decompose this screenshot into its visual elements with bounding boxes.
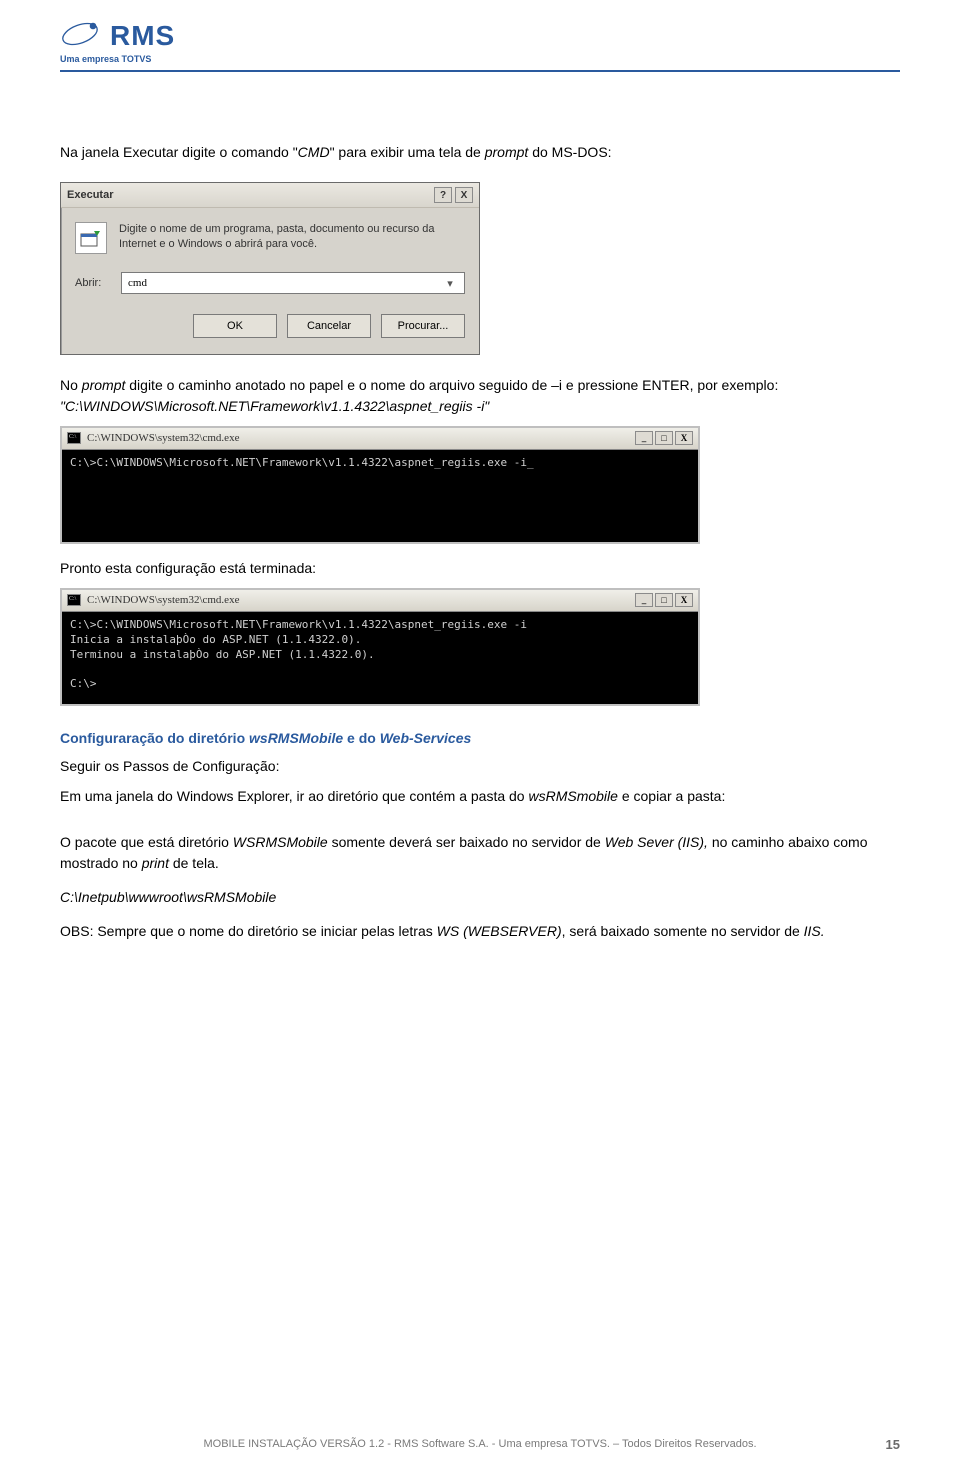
paragraph-6: O pacote que está diretório WSRMSMobile …	[60, 832, 900, 873]
browse-button[interactable]: Procurar...	[381, 314, 465, 338]
open-input-value: cmd	[128, 277, 147, 289]
cancel-button[interactable]: Cancelar	[287, 314, 371, 338]
console-2-output: C:\>C:\WINDOWS\Microsoft.NET\Framework\v…	[62, 612, 698, 704]
paragraph-3: Pronto esta configuração está terminada:	[60, 558, 900, 578]
logo-tagline: Uma empresa TOTVS	[60, 54, 900, 64]
close-button[interactable]: X	[675, 431, 693, 445]
dropdown-icon[interactable]: ▾	[442, 277, 458, 290]
paragraph-2: No prompt digite o caminho anotado no pa…	[60, 375, 900, 416]
logo-icon	[60, 20, 104, 52]
run-dialog-titlebar: Executar ? X	[61, 183, 479, 208]
open-label: Abrir:	[75, 277, 111, 289]
console-1-titlebar: C:\WINDOWS\system32\cmd.exe _ □ X	[62, 428, 698, 450]
footer-text: MOBILE INSTALAÇÃO VERSÃO 1.2 - RMS Softw…	[203, 1438, 756, 1450]
header-rule	[60, 70, 900, 72]
logo-text: RMS	[110, 20, 175, 52]
close-button[interactable]: X	[455, 187, 473, 203]
run-dialog-title: Executar	[67, 189, 113, 201]
console-2-title: C:\WINDOWS\system32\cmd.exe	[87, 593, 239, 608]
minimize-button[interactable]: _	[635, 593, 653, 607]
cmd-icon	[67, 594, 81, 606]
help-button[interactable]: ?	[434, 187, 452, 203]
page-number: 15	[886, 1437, 900, 1452]
run-icon	[75, 222, 107, 254]
cmd-icon	[67, 432, 81, 444]
console-window-1: C:\WINDOWS\system32\cmd.exe _ □ X C:\>C:…	[60, 426, 700, 544]
paragraph-7: OBS: Sempre que o nome do diretório se i…	[60, 921, 900, 941]
run-dialog-description: Digite o nome de um programa, pasta, doc…	[119, 222, 465, 252]
run-dialog: Executar ? X Digite o nome de um program…	[60, 182, 480, 355]
footer: MOBILE INSTALAÇÃO VERSÃO 1.2 - RMS Softw…	[0, 1438, 960, 1450]
paragraph-5: Em uma janela do Windows Explorer, ir ao…	[60, 786, 900, 806]
console-1-output: C:\>C:\WINDOWS\Microsoft.NET\Framework\v…	[62, 450, 698, 542]
open-input[interactable]: cmd ▾	[121, 272, 465, 294]
maximize-button[interactable]: □	[655, 431, 673, 445]
close-button[interactable]: X	[675, 593, 693, 607]
console-window-2: C:\WINDOWS\system32\cmd.exe _ □ X C:\>C:…	[60, 588, 700, 706]
console-1-title: C:\WINDOWS\system32\cmd.exe	[87, 431, 239, 446]
maximize-button[interactable]: □	[655, 593, 673, 607]
ok-button[interactable]: OK	[193, 314, 277, 338]
minimize-button[interactable]: _	[635, 431, 653, 445]
paragraph-1: Na janela Executar digite o comando "CMD…	[60, 142, 900, 162]
section-title: Configuraração do diretório wsRMSMobile …	[60, 730, 900, 746]
path-line: C:\Inetpub\wwwroot\wsRMSMobile	[60, 887, 900, 907]
paragraph-4: Seguir os Passos de Configuração:	[60, 756, 900, 776]
header: RMS Uma empresa TOTVS	[60, 20, 900, 72]
console-2-titlebar: C:\WINDOWS\system32\cmd.exe _ □ X	[62, 590, 698, 612]
